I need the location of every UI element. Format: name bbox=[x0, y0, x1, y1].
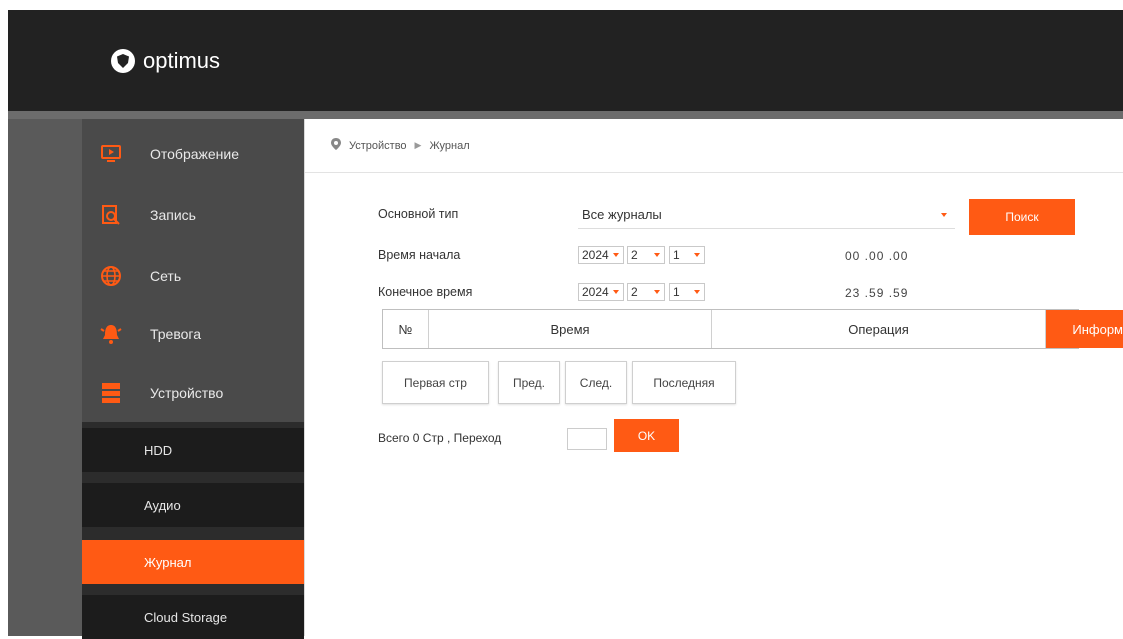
brand-logo[interactable]: optimus bbox=[111, 48, 220, 74]
end-month-select[interactable]: 2 bbox=[627, 283, 665, 301]
dropdown-caret-icon bbox=[654, 290, 660, 294]
sidebar-item-alarm[interactable]: Тревога bbox=[82, 305, 304, 363]
column-number: № bbox=[383, 310, 429, 348]
main-type-select[interactable]: Все журналы bbox=[578, 201, 955, 229]
breadcrumb-page: Журнал bbox=[429, 139, 470, 152]
end-year-select[interactable]: 2024 bbox=[578, 283, 624, 301]
main-type-value: Все журналы bbox=[582, 207, 662, 222]
start-month-select[interactable]: 2 bbox=[627, 246, 665, 264]
dropdown-caret-icon bbox=[694, 253, 700, 257]
start-day-value: 1 bbox=[673, 248, 680, 262]
brand-name: optimus bbox=[143, 48, 221, 73]
record-search-icon bbox=[100, 204, 122, 226]
main-type-label: Основной тип bbox=[378, 207, 459, 221]
device-icon bbox=[100, 382, 122, 404]
end-day-value: 1 bbox=[673, 285, 680, 299]
end-time-value[interactable]: 23 .59 .59 bbox=[845, 286, 908, 300]
start-month-value: 2 bbox=[631, 248, 638, 262]
location-pin-icon bbox=[331, 138, 341, 153]
end-day-select[interactable]: 1 bbox=[669, 283, 705, 301]
first-page-button[interactable]: Первая стр bbox=[382, 361, 489, 404]
globe-icon bbox=[100, 265, 122, 287]
header-divider bbox=[8, 111, 1123, 119]
column-operation: Операция bbox=[712, 310, 1046, 348]
sidebar-subitem-cloud-storage[interactable]: Cloud Storage bbox=[82, 595, 304, 639]
column-info: Информ. bbox=[1046, 310, 1123, 348]
sidebar-subitem-label: HDD bbox=[144, 442, 173, 458]
last-page-button[interactable]: Последняя bbox=[632, 361, 736, 404]
end-year-value: 2024 bbox=[582, 285, 609, 299]
sidebar-subitem-audio[interactable]: Аудио bbox=[82, 483, 304, 527]
sidebar-subitem-label: Журнал bbox=[144, 554, 192, 570]
goto-page-input[interactable] bbox=[567, 428, 607, 450]
sidebar-item-device[interactable]: Устройство bbox=[82, 364, 304, 422]
sidebar-item-display[interactable]: Отображение bbox=[82, 125, 304, 183]
alarm-bell-icon bbox=[100, 323, 122, 345]
sidebar-item-label: Тревога bbox=[150, 326, 201, 342]
dropdown-caret-icon bbox=[613, 290, 619, 294]
sidebar-item-record[interactable]: Запись bbox=[82, 186, 304, 244]
prev-page-button[interactable]: Пред. bbox=[498, 361, 560, 404]
top-header: optimus bbox=[8, 10, 1123, 111]
dropdown-caret-icon bbox=[654, 253, 660, 257]
breadcrumb: Устройство ▶ Журнал bbox=[305, 125, 1123, 173]
monitor-icon bbox=[100, 143, 122, 165]
dropdown-caret-icon bbox=[613, 253, 619, 257]
main-content: Устройство ▶ Журнал Основной тип Все жур… bbox=[304, 119, 1123, 636]
page-summary: Всего 0 Стр , Переход bbox=[378, 431, 502, 445]
next-page-button[interactable]: След. bbox=[565, 361, 627, 404]
sidebar: Отображение Запись Сеть Тревога Устройст… bbox=[82, 119, 304, 639]
sidebar-subitem-label: Аудио bbox=[144, 497, 181, 513]
sidebar-subitem-label: Cloud Storage bbox=[144, 609, 228, 625]
left-gutter bbox=[8, 119, 82, 636]
start-time-value[interactable]: 00 .00 .00 bbox=[845, 249, 908, 263]
start-year-select[interactable]: 2024 bbox=[578, 246, 624, 264]
dropdown-caret-icon bbox=[694, 290, 700, 294]
dropdown-caret-icon bbox=[941, 213, 947, 217]
sidebar-main-menu: Отображение Запись Сеть Тревога Устройст… bbox=[82, 119, 304, 422]
breadcrumb-separator-icon: ▶ bbox=[414, 140, 422, 150]
end-time-label: Конечное время bbox=[378, 285, 473, 299]
end-month-value: 2 bbox=[631, 285, 638, 299]
sidebar-item-label: Сеть bbox=[150, 268, 182, 284]
start-year-value: 2024 bbox=[582, 248, 609, 262]
sidebar-subitem-log[interactable]: Журнал bbox=[82, 540, 304, 584]
start-day-select[interactable]: 1 bbox=[669, 246, 705, 264]
sidebar-item-label: Запись bbox=[150, 207, 196, 223]
search-button[interactable]: Поиск bbox=[969, 199, 1075, 235]
log-table-header: № Время Операция Информ. bbox=[382, 309, 1123, 349]
sidebar-item-label: Отображение bbox=[150, 146, 240, 162]
start-time-label: Время начала bbox=[378, 248, 461, 262]
sidebar-item-label: Устройство bbox=[150, 385, 224, 401]
sidebar-item-network[interactable]: Сеть bbox=[82, 247, 304, 305]
sidebar-subitem-hdd[interactable]: HDD bbox=[82, 428, 304, 472]
column-time: Время bbox=[429, 310, 712, 348]
shield-logo-icon bbox=[111, 49, 135, 73]
breadcrumb-section[interactable]: Устройство bbox=[349, 140, 407, 152]
goto-ok-button[interactable]: OK bbox=[614, 419, 679, 452]
